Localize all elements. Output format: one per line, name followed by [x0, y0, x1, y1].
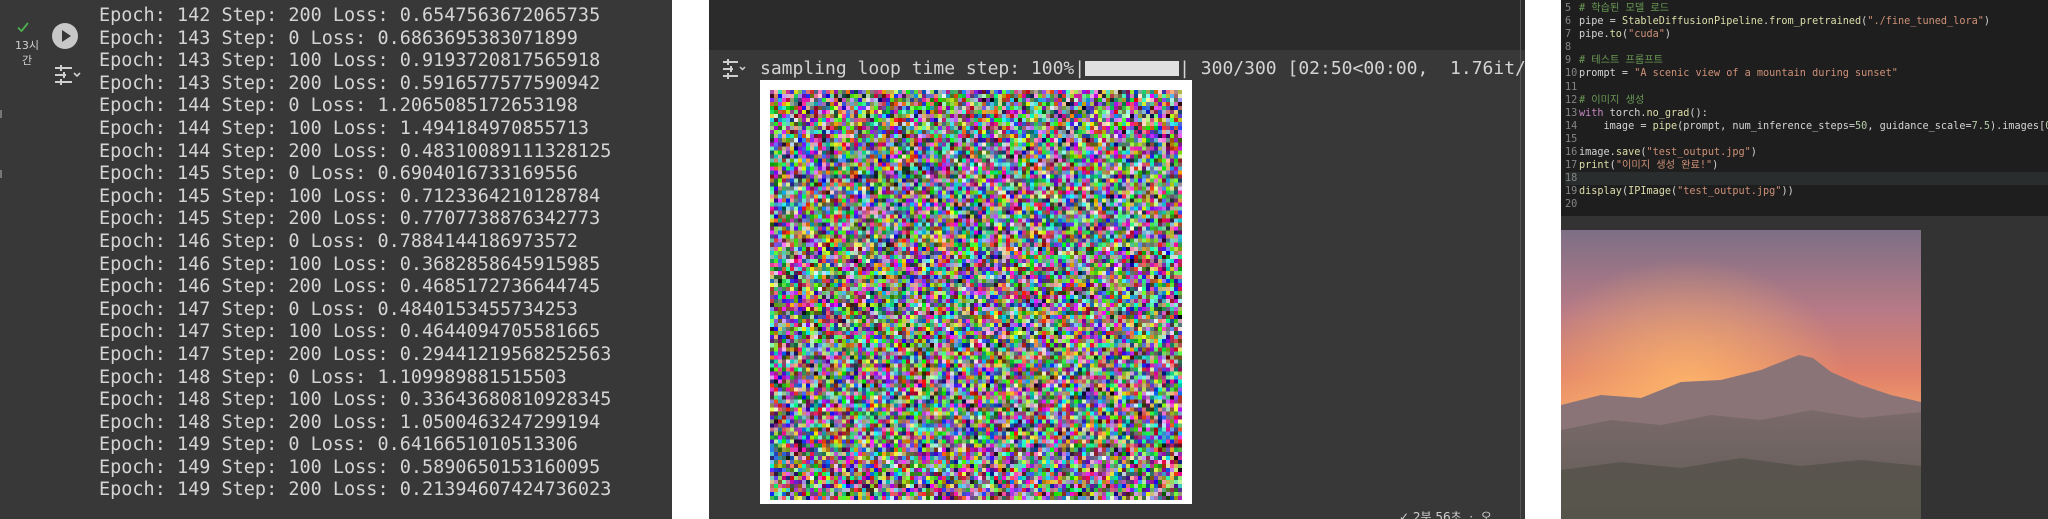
log-line: Epoch: 146 Step: 200 Loss: 0.46851727366… [99, 276, 601, 298]
code-line[interactable]: 10 prompt = "A scenic view of a mountain … [1565, 67, 2048, 80]
log-line: Epoch: 143 Step: 200 Loss: 0.59165775775… [99, 72, 601, 94]
output-menu-icon[interactable] [721, 58, 747, 80]
code-line[interactable]: 9 # 테스트 프롬프트 [1565, 54, 2048, 67]
code-text: image = pipe(prompt, num_inference_steps… [1579, 120, 2048, 132]
code-line[interactable]: 14 image = pipe(prompt, num_inference_st… [1565, 120, 2048, 133]
code-line[interactable]: 16 image.save("test_output.jpg") [1565, 146, 2048, 159]
code-text: # 테스트 프롬프트 [1579, 55, 1664, 67]
training-log: Epoch: 142 Step: 200 Loss: 0.65475636720… [99, 5, 611, 502]
log-line: Epoch: 145 Step: 0 Loss: 0.6904016733169… [99, 163, 578, 185]
log-line: Epoch: 146 Step: 0 Loss: 0.7884144186973… [99, 230, 578, 252]
code-line[interactable]: 5 # 학습된 모델 로드 [1565, 2, 2048, 15]
line-number: 20 [1565, 199, 1578, 211]
generated-noise-image [770, 90, 1182, 500]
training-output-panel: 13시 간 Epoch: 142 Step: 200 Loss: 0.65475… [0, 0, 672, 519]
log-line: Epoch: 148 Step: 0 Loss: 1.1099898815155… [99, 366, 567, 388]
log-line: Epoch: 147 Step: 0 Loss: 0.4840153455734… [99, 298, 578, 320]
execution-status: ✓ 2분 56초 · 오 [1399, 510, 1492, 519]
line-number: 11 [1565, 81, 1578, 93]
generated-image-frame [760, 80, 1192, 504]
code-line[interactable]: 19 display(IPImage("test_output.jpg")) [1565, 185, 2048, 198]
line-number: 19 [1565, 186, 1578, 198]
line-number: 16 [1565, 147, 1578, 159]
code-text: image.save("test_output.jpg") [1579, 147, 1757, 159]
line-number: 6 [1565, 16, 1572, 28]
output-menu-icon[interactable] [52, 63, 82, 87]
line-number: 7 [1565, 29, 1572, 41]
code-line[interactable]: 15 [1565, 133, 2048, 146]
code-text: # 이미지 생성 [1579, 94, 1645, 106]
line-number: 14 [1565, 120, 1578, 132]
log-line: Epoch: 143 Step: 100 Loss: 0.91937208175… [99, 50, 601, 72]
log-line: Epoch: 148 Step: 200 Loss: 1.05004632472… [99, 411, 601, 433]
log-line: Epoch: 148 Step: 100 Loss: 0.33643680810… [99, 389, 612, 411]
code-text: pipe.to("cuda") [1579, 29, 1672, 41]
line-number: 9 [1565, 55, 1572, 67]
code-text: # 학습된 모델 로드 [1579, 3, 1670, 14]
log-line: Epoch: 145 Step: 200 Loss: 0.77077388763… [99, 208, 601, 230]
code-editor-panel: 5 # 학습된 모델 로드 6 pipe = StableDiffusionPipel… [1561, 0, 2048, 519]
log-line: Epoch: 144 Step: 0 Loss: 1.2065085172653… [99, 95, 578, 117]
code-text: pipe = StableDiffusionPipeline.from_pret… [1579, 16, 1990, 28]
code-line[interactable]: 20 [1565, 198, 2048, 211]
execution-time: 13시 간 [14, 39, 40, 67]
line-number: 17 [1565, 160, 1578, 172]
cell-gutter: 13시 간 [0, 0, 86, 519]
code-text: display(IPImage("test_output.jpg")) [1579, 186, 1794, 198]
code-line[interactable]: 11 [1565, 81, 2048, 94]
run-cell-button[interactable] [52, 23, 78, 49]
code-text: print("이미지 생성 완료!") [1579, 160, 1719, 172]
log-line: Epoch: 147 Step: 100 Loss: 0.46440947055… [99, 321, 601, 343]
progress-bar [1085, 61, 1180, 76]
line-number: 8 [1565, 42, 1572, 54]
log-line: Epoch: 149 Step: 200 Loss: 0.21394607424… [99, 479, 612, 501]
line-number: 13 [1565, 107, 1578, 119]
line-number: 5 [1565, 3, 1572, 14]
code-line[interactable]: 12 # 이미지 생성 [1565, 94, 2048, 107]
log-line: Epoch: 143 Step: 0 Loss: 0.6863695383071… [99, 27, 578, 49]
code-line[interactable]: 13 with torch.no_grad(): [1565, 107, 2048, 120]
log-line: Epoch: 142 Step: 200 Loss: 0.65475636720… [99, 5, 601, 26]
code-text: with torch.no_grad(): [1579, 107, 1708, 119]
code-line[interactable]: 17 print("이미지 생성 완료!") [1565, 159, 2048, 172]
code-line[interactable]: 8 [1565, 41, 2048, 54]
sunset-mountain-image [1561, 230, 1921, 519]
code-line[interactable]: 7 pipe.to("cuda") [1565, 28, 2048, 41]
sampling-progress-text: sampling loop time step: 100%| | 300/300 … [760, 58, 1525, 79]
code-line[interactable]: 6 pipe = StableDiffusionPipeline.from_pre… [1565, 15, 2048, 28]
line-number: 15 [1565, 133, 1578, 145]
edge-mark [0, 110, 2, 118]
line-number: 12 [1565, 94, 1578, 106]
line-number: 18 [1565, 173, 1578, 185]
previous-cell-area [709, 0, 1525, 50]
log-line: Epoch: 144 Step: 100 Loss: 1.49418497085… [99, 117, 590, 139]
code-editor[interactable]: 5 # 학습된 모델 로드 6 pipe = StableDiffusionPipel… [1565, 2, 2048, 212]
log-line: Epoch: 144 Step: 200 Loss: 0.48310089111… [99, 140, 612, 162]
log-line: Epoch: 147 Step: 200 Loss: 0.29441219568… [99, 343, 612, 365]
log-line: Epoch: 146 Step: 100 Loss: 0.36828586459… [99, 253, 601, 275]
edge-mark [0, 170, 2, 178]
check-icon [17, 22, 29, 33]
sampling-output-panel: sampling loop time step: 100%| | 300/300 … [709, 0, 1525, 519]
code-line[interactable]: 18 [1565, 172, 2048, 186]
log-line: Epoch: 149 Step: 0 Loss: 0.6416651010513… [99, 434, 578, 456]
log-line: Epoch: 149 Step: 100 Loss: 0.58906501531… [99, 456, 601, 478]
line-number: 10 [1565, 68, 1578, 80]
code-text: prompt = "A scenic view of a mountain du… [1579, 68, 1898, 80]
log-line: Epoch: 145 Step: 100 Loss: 0.71233642101… [99, 185, 601, 207]
